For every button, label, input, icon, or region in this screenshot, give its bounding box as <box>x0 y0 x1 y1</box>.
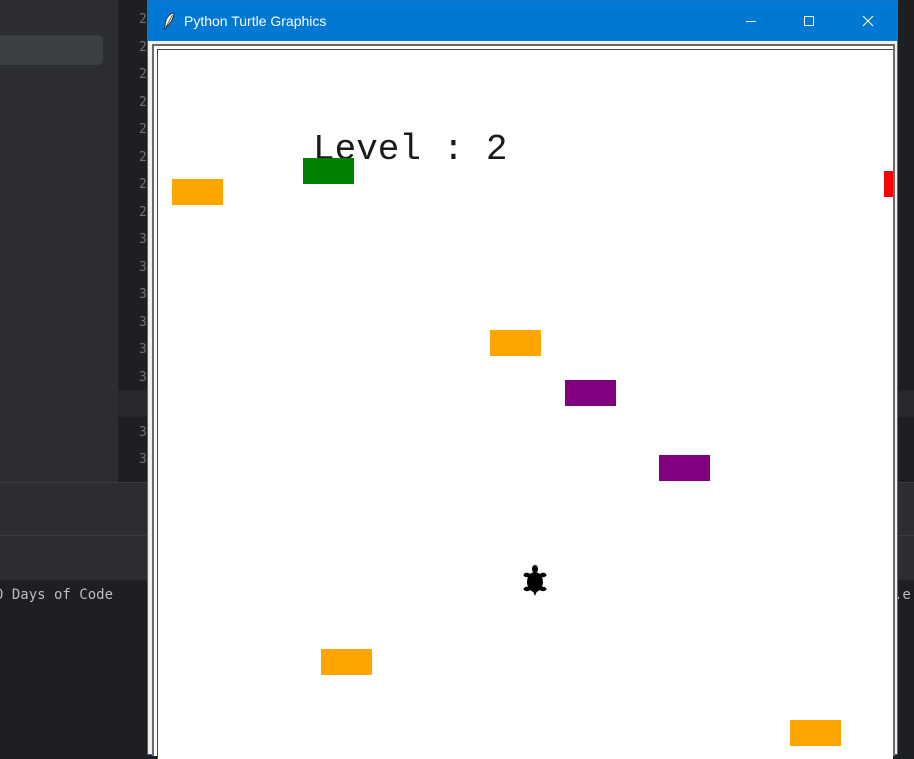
terminal-path-text: 0 Days of Code <box>0 587 114 603</box>
minimize-icon <box>746 21 756 22</box>
canvas-frame: Level : 2 <box>152 44 895 759</box>
current-line-highlight-right <box>896 390 914 417</box>
car-orange-3 <box>321 649 372 675</box>
car-orange-1 <box>172 179 223 205</box>
car-red-1 <box>884 171 893 197</box>
minimize-button[interactable] <box>722 1 780 41</box>
car-orange-4 <box>790 720 841 746</box>
window-title: Python Turtle Graphics <box>184 13 327 29</box>
project-search-field[interactable] <box>0 35 103 65</box>
project-panel <box>0 0 118 482</box>
window-titlebar[interactable]: Python Turtle Graphics <box>148 1 897 41</box>
car-orange-2 <box>490 330 541 356</box>
maximize-icon <box>804 16 814 26</box>
turtle-window: Python Turtle Graphics Level : 2 <box>147 0 898 759</box>
current-line-highlight <box>118 390 150 417</box>
maximize-button[interactable] <box>780 1 838 41</box>
car-green-1 <box>303 158 354 184</box>
turtle-canvas[interactable]: Level : 2 <box>157 49 893 759</box>
close-button[interactable] <box>839 1 897 41</box>
feather-icon <box>163 12 175 30</box>
turtle-icon <box>523 565 547 596</box>
close-icon <box>862 15 874 27</box>
car-purple-2 <box>659 455 710 481</box>
car-purple-1 <box>565 380 616 406</box>
